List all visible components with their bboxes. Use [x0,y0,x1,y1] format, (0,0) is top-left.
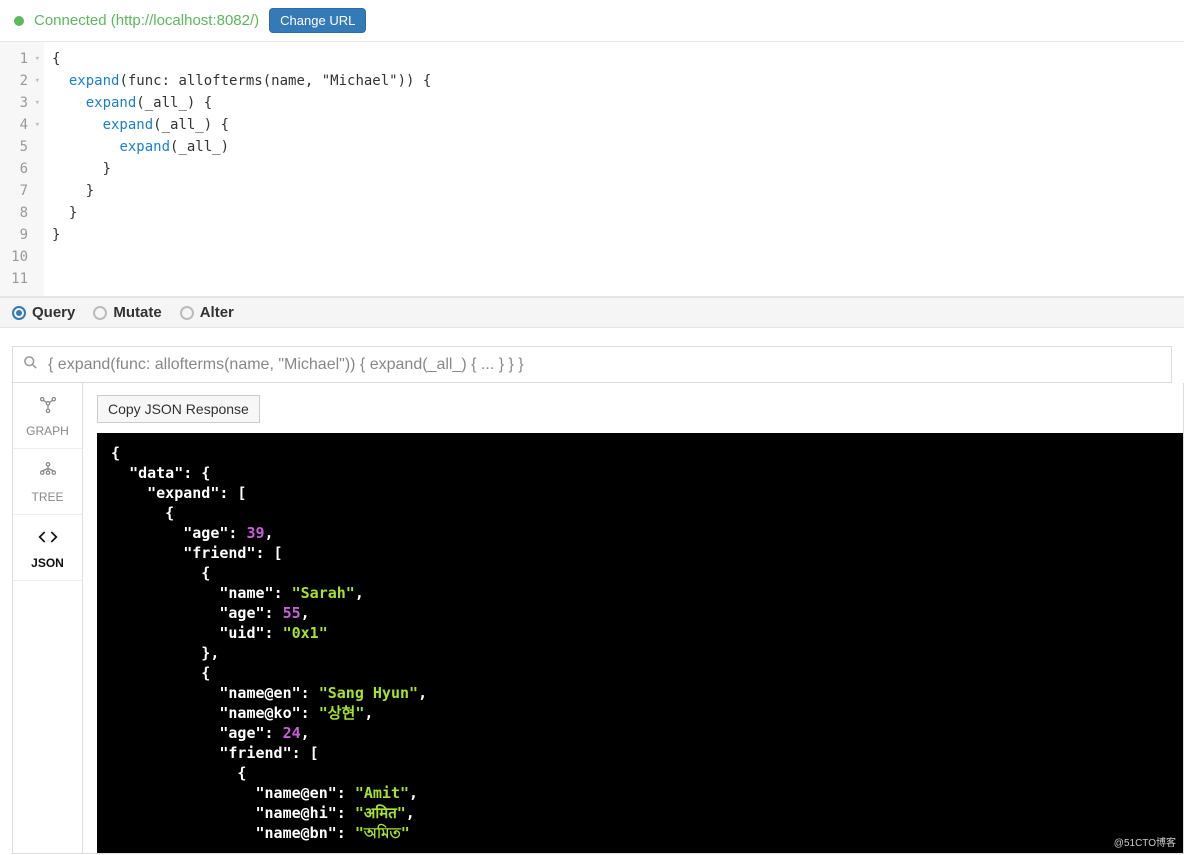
code-line[interactable]: expand(_all_) { [52,114,1176,136]
connection-status-label: Connected [34,12,107,29]
json-line: "name@hi": "अमित", [111,803,1169,823]
result-tab-graph[interactable]: GRAPH [13,383,82,449]
json-response-view[interactable]: { "data": { "expand": [ { "age": 39, "fr… [97,433,1183,853]
connection-url: http://localhost:8082/ [116,12,254,29]
json-line: { [111,763,1169,783]
json-line: "expand": [ [111,483,1169,503]
line-number: 2 [0,70,38,92]
change-url-button[interactable]: Change URL [269,8,366,33]
line-number: 1 [0,48,38,70]
action-radio-query[interactable]: Query [12,304,75,321]
json-line: { [111,443,1169,463]
code-line[interactable]: expand(func: allofterms(name, "Michael")… [52,70,1176,92]
result-tab-label: JSON [31,556,64,570]
json-line: "name@bn": "অমিত" [111,823,1169,843]
code-line[interactable]: expand(_all_) [52,136,1176,158]
line-number: 10 [0,246,38,268]
json-line: "data": { [111,463,1169,483]
code-line[interactable]: } [52,224,1176,246]
line-number: 11 [0,268,38,290]
line-number: 5 [0,136,38,158]
result-tab-label: GRAPH [26,424,69,438]
result-tab-label: TREE [31,490,63,504]
radio-icon [12,306,26,320]
line-number: 8 [0,202,38,224]
json-line: "age": 39, [111,523,1169,543]
search-icon [23,355,38,374]
json-line: "name@en": "Amit", [111,783,1169,803]
copy-json-button[interactable]: Copy JSON Response [97,395,260,423]
result-tab-tree[interactable]: TREE [13,449,82,515]
json-line: "age": 24, [111,723,1169,743]
action-radio-alter[interactable]: Alter [180,304,234,321]
results-body: Copy JSON Response { "data": { "expand":… [83,383,1183,853]
connection-bar: Connected (http://localhost:8082/) Chang… [0,0,1184,42]
status-dot-icon [14,16,24,26]
json-line: "name": "Sarah", [111,583,1169,603]
editor-content[interactable]: { expand(func: allofterms(name, "Michael… [44,42,1184,296]
json-line: "friend": [ [111,743,1169,763]
query-summary-strip: { expand(func: allofterms(name, "Michael… [12,346,1172,383]
code-line[interactable]: } [52,202,1176,224]
json-line: "uid": "0x1" [111,623,1169,643]
query-editor[interactable]: 1234567891011 { expand(func: allofterms(… [0,42,1184,297]
json-line: { [111,503,1169,523]
watermark-text: @51CTO博客 [1114,834,1176,849]
json-line: "name@en": "Sang Hyun", [111,683,1169,703]
action-type-bar: Query Mutate Alter [0,297,1184,328]
json-line: { [111,563,1169,583]
line-number: 4 [0,114,38,136]
action-radio-mutate[interactable]: Mutate [93,304,161,321]
code-icon [17,527,78,552]
radio-label: Query [32,304,75,321]
radio-label: Alter [200,304,234,321]
radio-icon [180,306,194,320]
code-line[interactable]: } [52,158,1176,180]
query-summary-text: { expand(func: allofterms(name, "Michael… [48,356,524,374]
editor-gutter: 1234567891011 [0,42,44,296]
radio-label: Mutate [113,304,161,321]
json-line: { [111,663,1169,683]
json-line: "friend": [ [111,543,1169,563]
line-number: 3 [0,92,38,114]
connection-status-text: Connected (http://localhost:8082/) [34,12,259,29]
code-line[interactable]: } [52,180,1176,202]
line-number: 6 [0,158,38,180]
json-line: "name@ko": "상현", [111,703,1169,723]
code-line[interactable]: { [52,48,1176,70]
code-line[interactable] [52,268,1176,290]
result-tab-json[interactable]: JSON [13,515,82,581]
code-line[interactable]: expand(_all_) { [52,92,1176,114]
graph-icon [17,395,78,420]
tree-icon [17,461,78,486]
code-line[interactable] [52,246,1176,268]
line-number: 9 [0,224,38,246]
result-view-tabs: GRAPH TREE JSON [13,383,83,853]
line-number: 7 [0,180,38,202]
json-line: "age": 55, [111,603,1169,623]
json-line: }, [111,643,1169,663]
radio-icon [93,306,107,320]
results-panel: GRAPH TREE JSON Copy JSON Response { "data… [12,383,1184,854]
